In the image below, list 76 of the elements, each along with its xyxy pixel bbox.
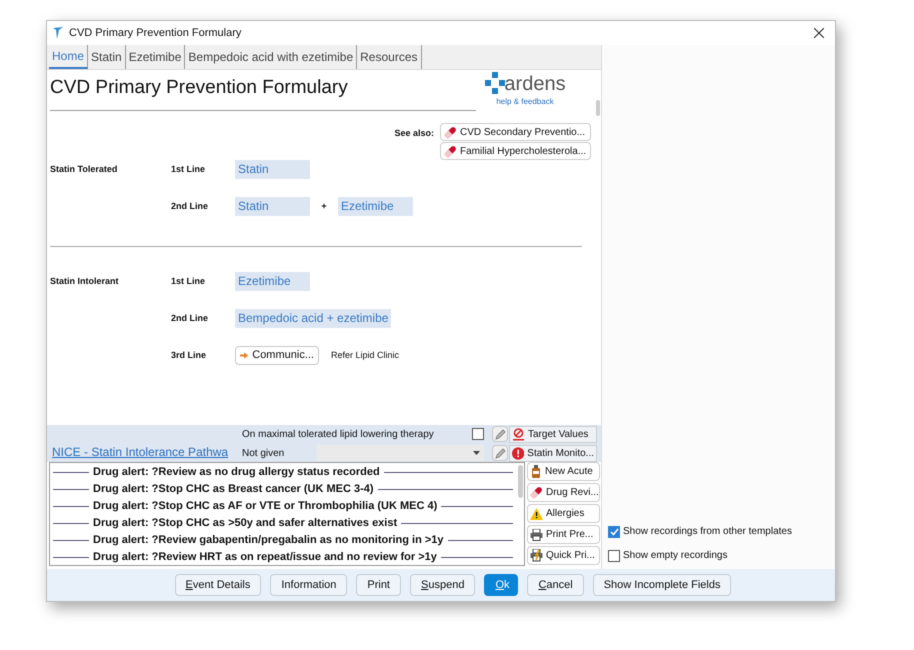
arrow-icon <box>240 351 248 360</box>
option-label: Show recordings from other templates <box>623 525 792 539</box>
tab[interactable]: Resources <box>357 45 422 69</box>
line-label: 1st Line <box>171 162 206 176</box>
plus-sign: + <box>320 200 328 213</box>
footer-button[interactable]: Information <box>270 574 348 596</box>
drug-chip[interactable]: Statin <box>235 160 310 179</box>
drug-chip[interactable]: Bempedoic acid + ezetimibe <box>235 309 392 328</box>
alert-icon <box>512 446 524 460</box>
warning-icon <box>530 508 543 520</box>
action-button[interactable]: Target Values <box>509 426 597 442</box>
drug-chip[interactable]: Statin <box>235 197 310 216</box>
drug-chip[interactable]: Ezetimibe <box>338 197 413 216</box>
option-checkbox[interactable] <box>608 550 620 562</box>
side-action-button[interactable]: Drug Revi... <box>527 483 600 502</box>
pathway-link[interactable]: NICE - Statin Intolerance Pathwa <box>52 443 242 461</box>
pencil-icon <box>494 448 506 458</box>
side-action-button[interactable]: New Acute <box>527 462 600 481</box>
help-feedback-link[interactable]: help & feedback <box>496 96 554 108</box>
pencil-icon <box>494 428 506 440</box>
referral-note: Refer Lipid Clinic <box>331 348 400 362</box>
close-icon <box>814 28 824 38</box>
drug-alert-text: Drug alert: ?Stop CHC as AF or VTE or Thrombophilia (UK MEC 4) <box>93 499 438 514</box>
edit-button[interactable] <box>492 445 508 461</box>
line-label: 2nd Line <box>171 312 210 325</box>
section-title: Statin Tolerated <box>50 163 118 176</box>
pill-icon <box>444 126 457 138</box>
app-logo-icon <box>53 27 63 39</box>
field-label: Not given <box>242 446 286 460</box>
line-label: 1st Line <box>171 274 206 288</box>
see-also-button[interactable]: Familial Hypercholesterola... <box>440 142 591 160</box>
window-title: CVD Primary Prevention Formulary <box>69 26 242 41</box>
tab[interactable]: Statin <box>88 45 126 69</box>
option-checkbox[interactable] <box>608 526 620 538</box>
footer-button[interactable]: Ok <box>484 574 518 596</box>
side-action-button[interactable]: Allergies <box>527 504 600 523</box>
pill-icon <box>530 486 543 499</box>
printer-icon <box>530 528 543 540</box>
drug-alert-text: Drug alert: ?Stop CHC as >50y and safer alternatives exist <box>93 516 398 532</box>
tab[interactable]: Ezetimibe <box>126 45 186 69</box>
drug-alert-text: Drug alert: ?Review as no drug allergy status recorded <box>93 465 380 480</box>
page-heading: CVD Primary Prevention Formulary <box>50 77 349 99</box>
edit-button[interactable] <box>492 426 508 442</box>
cross-logo-icon <box>484 72 506 94</box>
see-also-label: See also: <box>394 127 434 140</box>
stamp-icon <box>512 428 525 440</box>
drug-chip[interactable]: Ezetimibe <box>235 272 310 291</box>
action-button[interactable]: Statin Monito... <box>509 444 597 462</box>
footer-button[interactable]: Suspend <box>410 574 476 596</box>
footer-button[interactable]: Cancel <box>527 574 584 596</box>
drug-alert-text: Drug alert: ?Stop CHC as Breast cancer (UK MEC 3-4) <box>93 482 374 498</box>
line-label: 2nd Line <box>171 200 210 213</box>
communication-button[interactable]: Communic... <box>235 346 319 365</box>
drug-alert-text: Drug alert: ?Review gabapentin/pregabalin as no monitoring in >1y <box>93 533 444 548</box>
tab[interactable]: Bempedoic acid with ezetimibe <box>185 45 358 69</box>
pill-icon <box>444 144 457 158</box>
tab[interactable]: Home <box>49 45 88 69</box>
dropdown-field[interactable] <box>317 445 484 461</box>
logo-wordmark: ardens <box>504 74 566 94</box>
line-label: 3rd Line <box>171 348 208 362</box>
field-label: On maximal tolerated lipid lowering therapy <box>242 428 434 442</box>
footer-button[interactable]: Show Incomplete Fields <box>592 574 732 596</box>
footer-button[interactable]: Print <box>356 574 401 596</box>
see-also-button[interactable]: CVD Secondary Preventio... <box>440 123 591 141</box>
section-title: Statin Intolerant <box>50 275 120 288</box>
scrollbar-thumb[interactable] <box>596 100 600 116</box>
drug-alert-text: Drug alert: ?Review HRT as on repeat/issue and no review for >1y <box>93 550 437 565</box>
dropdown-caret-icon <box>473 451 480 455</box>
side-action-button[interactable]: Print Pre... <box>527 525 600 544</box>
therapy-checkbox[interactable] <box>472 428 484 440</box>
quick-print-icon <box>530 549 543 562</box>
bottle-icon <box>530 465 542 478</box>
option-label: Show empty recordings <box>623 549 728 563</box>
side-action-button[interactable]: Quick Pri... <box>527 546 600 565</box>
scrollbar-thumb[interactable] <box>518 465 523 498</box>
footer-button[interactable]: Event Details <box>174 574 262 596</box>
